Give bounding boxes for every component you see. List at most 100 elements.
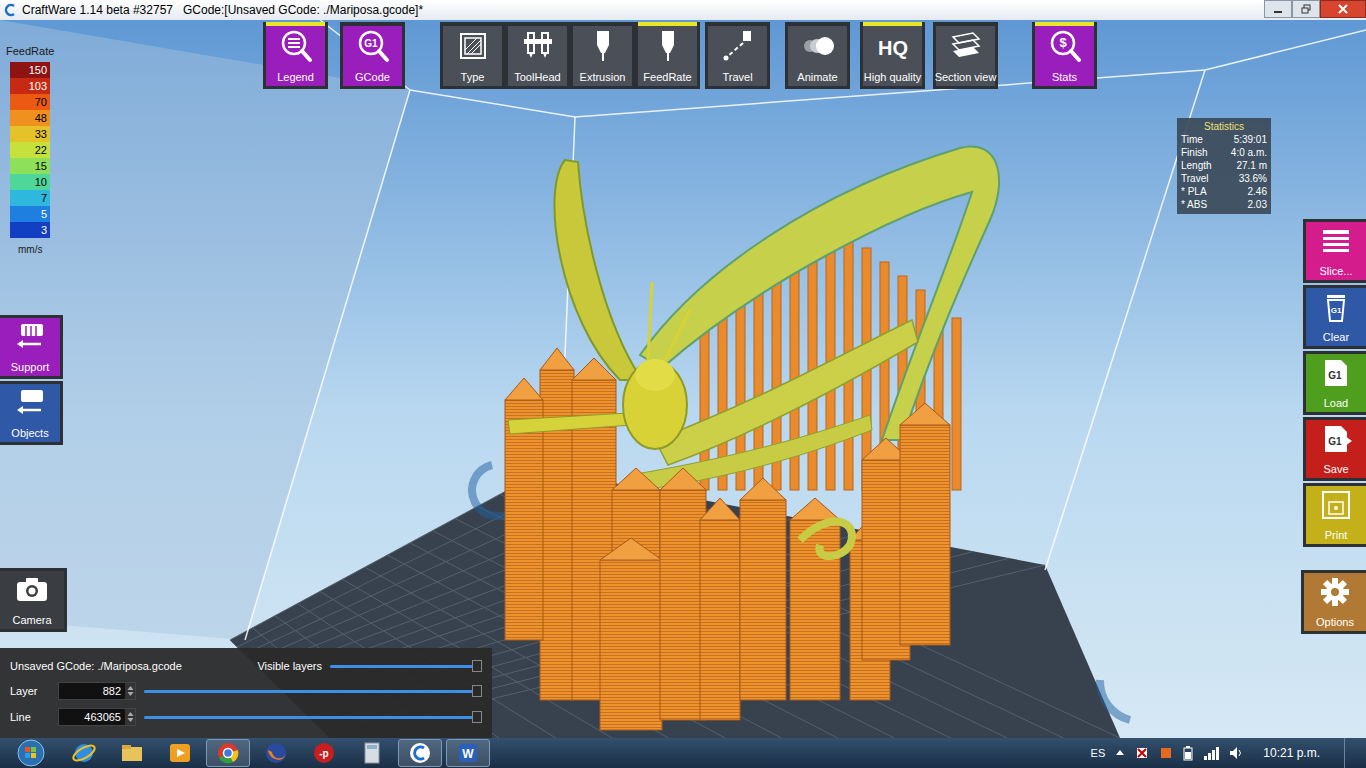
slider-thumb[interactable] bbox=[472, 660, 482, 672]
visible-layers-label: Visible layers bbox=[257, 658, 322, 675]
legend-swatch: 3 bbox=[10, 222, 50, 238]
top-toolbar: Legend G1 GCode Type ToolHead Extrusion FeedRa… bbox=[263, 22, 1097, 89]
visible-layers-slider[interactable] bbox=[330, 660, 482, 672]
minimize-icon bbox=[1273, 4, 1283, 14]
spin-icon bbox=[127, 685, 134, 697]
toolbar-button-label: Travel bbox=[722, 71, 752, 84]
toolbar-button-label: Section view bbox=[935, 71, 997, 84]
camera-button[interactable]: Camera bbox=[0, 568, 67, 632]
legend-swatch: 22 bbox=[10, 142, 50, 158]
layer-row: Layer882 bbox=[10, 682, 482, 700]
left-toolbar: Support Objects bbox=[0, 315, 63, 445]
taskbar-app[interactable] bbox=[110, 739, 154, 767]
clock[interactable]: 10:21 p.m. bbox=[1263, 744, 1320, 762]
layer-slider[interactable] bbox=[144, 711, 482, 723]
gcode-name: Unsaved GCode: ./Mariposa.gcode bbox=[10, 658, 182, 675]
layer-panel: Unsaved GCode: ./Mariposa.gcode Visible l… bbox=[0, 648, 492, 739]
close-button[interactable] bbox=[1320, 0, 1366, 18]
battery-icon[interactable] bbox=[1183, 745, 1193, 761]
side-button-label: Slice... bbox=[1319, 265, 1352, 278]
toolbar-button[interactable]: Legend bbox=[263, 22, 328, 89]
viewport[interactable]: FeedRate150103704833221510753mm/sLegendG… bbox=[0, 20, 1366, 738]
language-indicator[interactable]: ES bbox=[1091, 745, 1106, 762]
statistics-title: Statistics bbox=[1181, 121, 1267, 133]
office-icon[interactable] bbox=[1159, 746, 1173, 760]
side-button[interactable]: Objects bbox=[0, 381, 63, 445]
taskbar-app[interactable] bbox=[254, 739, 298, 767]
svg-text:G1: G1 bbox=[1328, 370, 1342, 381]
statistics-row: Time5:39:01 bbox=[1181, 133, 1267, 146]
taskbar-app[interactable] bbox=[62, 739, 106, 767]
taskbar-app[interactable]: W bbox=[446, 739, 490, 767]
svg-text:HQ: HQ bbox=[878, 37, 908, 59]
spin-icon bbox=[127, 711, 134, 723]
side-button[interactable]: Slice... bbox=[1303, 219, 1366, 283]
toolbar-button[interactable]: Travel bbox=[705, 22, 770, 89]
restore-button[interactable] bbox=[1292, 0, 1320, 18]
side-button[interactable]: G1 Load bbox=[1303, 351, 1366, 415]
toolbar-button-label: GCode bbox=[355, 71, 390, 84]
toolbar-button[interactable]: G1 GCode bbox=[340, 22, 405, 89]
side-button[interactable]: G1Clear bbox=[1303, 285, 1366, 349]
side-button[interactable]: Support bbox=[0, 315, 63, 379]
print-icon bbox=[1319, 488, 1353, 522]
minimize-button[interactable] bbox=[1264, 0, 1292, 18]
toolbar-button[interactable]: Animate bbox=[785, 22, 850, 89]
start-button[interactable] bbox=[14, 739, 48, 767]
toolbar-button-label: ToolHead bbox=[514, 71, 560, 84]
layer-slider[interactable] bbox=[144, 685, 482, 697]
toolbar-button[interactable]: Extrusion bbox=[570, 22, 635, 89]
show-desktop-button[interactable] bbox=[1344, 738, 1356, 768]
legend-icon bbox=[279, 29, 313, 63]
action-center-icon[interactable] bbox=[1135, 746, 1149, 760]
toolbar-button[interactable]: ToolHead bbox=[505, 22, 570, 89]
side-button-label: Save bbox=[1323, 463, 1348, 476]
taskbar-app[interactable]: -p bbox=[302, 739, 346, 767]
signal-icon[interactable] bbox=[1203, 746, 1219, 760]
legend-swatch: 70 bbox=[10, 94, 50, 110]
slider-thumb[interactable] bbox=[472, 711, 482, 723]
support-icon bbox=[13, 320, 47, 354]
slider-thumb[interactable] bbox=[472, 685, 482, 697]
camera-icon bbox=[15, 575, 49, 603]
toolbar-button[interactable]: Type bbox=[440, 22, 505, 89]
craftware-icon bbox=[407, 740, 433, 766]
taskbar-app[interactable] bbox=[206, 739, 250, 767]
taskbar-app[interactable] bbox=[350, 739, 394, 767]
app-icon bbox=[4, 3, 18, 17]
toolbar-button[interactable]: FeedRate bbox=[635, 22, 700, 89]
windows-logo-icon bbox=[17, 739, 45, 767]
toolbar-button[interactable]: $Stats bbox=[1032, 22, 1097, 89]
screen: CraftWare 1.14 beta #32757 GCode:[Unsave… bbox=[0, 0, 1366, 768]
media-player-icon bbox=[167, 740, 193, 766]
layer-row: Line463065 bbox=[10, 708, 482, 726]
legend-swatch: 5 bbox=[10, 206, 50, 222]
number-field[interactable]: 882 bbox=[58, 682, 136, 700]
nozzle-icon bbox=[651, 29, 685, 63]
firefox-icon bbox=[263, 740, 289, 766]
side-button-label: Objects bbox=[11, 427, 48, 440]
side-button-label: Load bbox=[1324, 397, 1348, 410]
gcode-preview[interactable] bbox=[0, 20, 1366, 738]
toolbar-button-label: High quality bbox=[864, 71, 921, 84]
pdf-reader-icon: -p bbox=[311, 740, 337, 766]
gear-icon bbox=[1320, 577, 1350, 607]
statistics-row: * ABS2.03 bbox=[1181, 198, 1267, 211]
taskbar-app[interactable] bbox=[158, 739, 202, 767]
number-field[interactable]: 463065 bbox=[58, 708, 136, 726]
side-button[interactable]: Print bbox=[1303, 483, 1366, 547]
options-button[interactable]: Options bbox=[1301, 570, 1366, 634]
toolbar-button[interactable]: HQ High quality bbox=[860, 22, 925, 89]
side-button[interactable]: G1Save bbox=[1303, 417, 1366, 481]
side-button-label: Print bbox=[1325, 529, 1348, 542]
toolbar-button[interactable]: Section view bbox=[933, 22, 998, 89]
close-icon bbox=[1338, 4, 1348, 14]
taskbar-app[interactable] bbox=[398, 739, 442, 767]
gcode-icon: G1 bbox=[356, 29, 390, 63]
volume-icon[interactable] bbox=[1229, 746, 1245, 760]
toolbar-button-label: FeedRate bbox=[643, 71, 691, 84]
legend-swatch: 10 bbox=[10, 174, 50, 190]
load-icon: G1 bbox=[1319, 356, 1353, 390]
tray-arrow-icon[interactable] bbox=[1115, 748, 1125, 758]
right-toolbar: Slice... G1Clear G1 Load G1Save Print bbox=[1303, 219, 1366, 547]
